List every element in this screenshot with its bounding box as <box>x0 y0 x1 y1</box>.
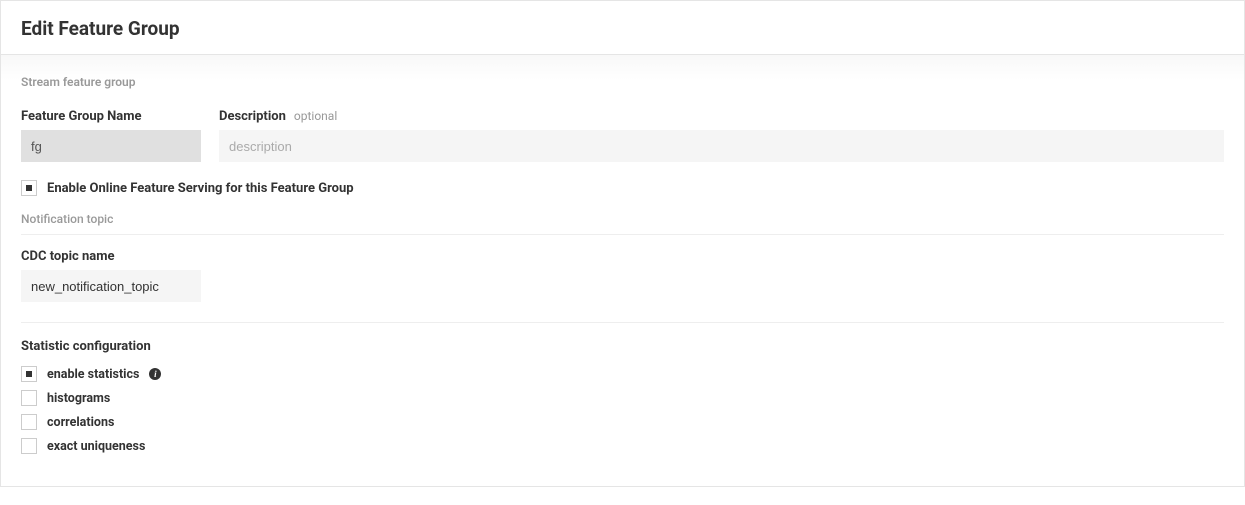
stream-subtitle: Stream feature group <box>21 75 1224 89</box>
feature-group-name-field: Feature Group Name <box>21 109 201 162</box>
edit-feature-group-panel: Edit Feature Group Stream feature group … <box>0 0 1245 487</box>
stat-option-checkbox[interactable] <box>21 414 37 430</box>
feature-group-name-input[interactable] <box>21 130 201 162</box>
stat-option-row: histograms <box>21 390 1224 406</box>
enable-online-serving-checkbox[interactable] <box>21 180 37 196</box>
stat-option-label: exact uniqueness <box>47 439 145 454</box>
cdc-topic-label: CDC topic name <box>21 249 115 264</box>
cdc-topic-input[interactable] <box>21 270 201 302</box>
panel-header: Edit Feature Group <box>1 1 1244 55</box>
cdc-topic-field: CDC topic name <box>21 249 1224 302</box>
stat-option-row: enable statistics i <box>21 366 1224 382</box>
enable-online-serving-label: Enable Online Feature Serving for this F… <box>47 181 354 196</box>
description-input[interactable] <box>219 130 1224 162</box>
statistic-options-list: enable statistics i histograms correlations… <box>21 366 1224 454</box>
divider <box>21 322 1224 323</box>
notification-section-label: Notification topic <box>21 212 1224 235</box>
panel-body: Stream feature group Feature Group Name … <box>1 55 1244 486</box>
enable-online-serving-row: Enable Online Feature Serving for this F… <box>21 180 1224 196</box>
stat-option-checkbox[interactable] <box>21 390 37 406</box>
stat-option-row: exact uniqueness <box>21 438 1224 454</box>
feature-group-name-label: Feature Group Name <box>21 109 142 124</box>
page-title: Edit Feature Group <box>21 17 1224 40</box>
stat-option-row: correlations <box>21 414 1224 430</box>
statistic-configuration-heading: Statistic configuration <box>21 339 1224 354</box>
description-optional: optional <box>294 109 337 123</box>
stat-option-checkbox[interactable] <box>21 366 37 382</box>
stat-option-label: histograms <box>47 391 110 406</box>
description-field: Description optional <box>219 109 1224 162</box>
stat-option-label: enable statistics <box>47 367 139 382</box>
description-label: Description <box>219 109 286 124</box>
name-desc-row: Feature Group Name Description optional <box>21 109 1224 162</box>
stat-option-checkbox[interactable] <box>21 438 37 454</box>
stat-option-label: correlations <box>47 415 114 430</box>
info-icon[interactable]: i <box>149 368 161 380</box>
